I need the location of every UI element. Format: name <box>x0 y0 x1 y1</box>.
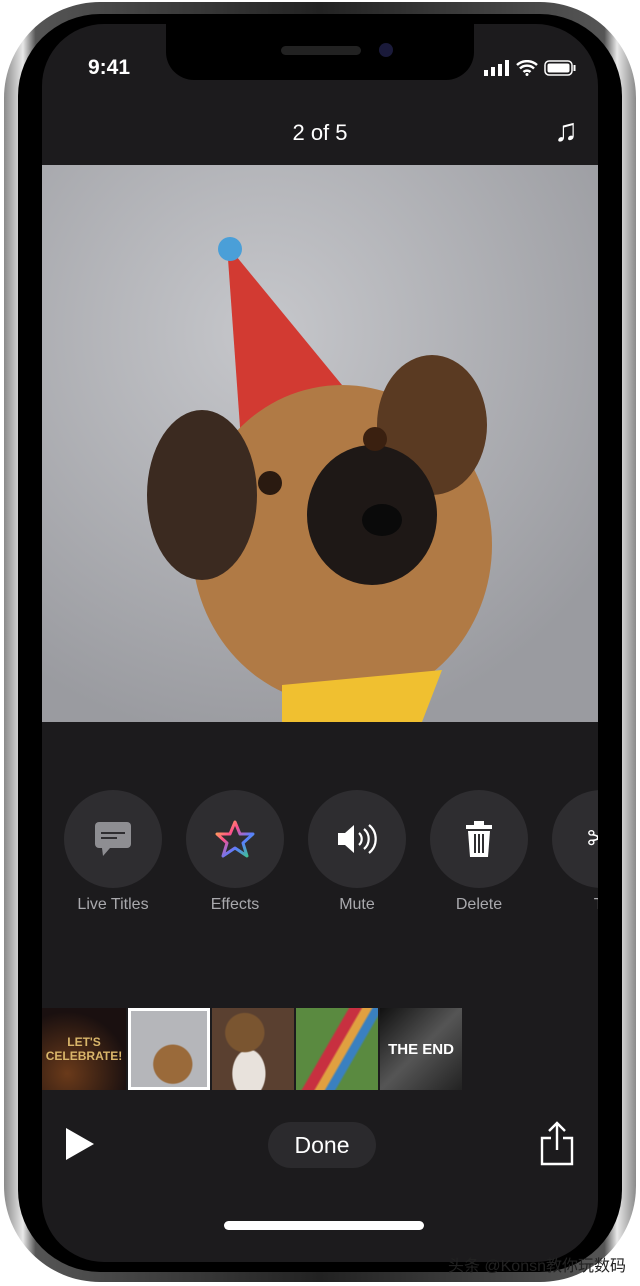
speech-bubble-icon <box>95 822 131 856</box>
star-icon <box>215 820 255 858</box>
done-button[interactable]: Done <box>268 1122 376 1168</box>
clip-thumb[interactable] <box>212 1008 294 1090</box>
effects-button[interactable]: Effects <box>186 790 284 914</box>
dog-photo <box>147 237 492 722</box>
music-note-icon[interactable]: ♫ <box>554 112 578 149</box>
clip-position-title: 2 of 5 <box>292 120 348 145</box>
speaker <box>281 46 361 55</box>
home-indicator[interactable] <box>224 1221 424 1230</box>
wifi-icon <box>516 60 538 76</box>
clip-thumb[interactable] <box>296 1008 378 1090</box>
share-icon[interactable] <box>540 1120 574 1166</box>
camera <box>379 43 393 57</box>
clip-thumb[interactable]: THE END <box>380 1008 462 1090</box>
notch <box>166 24 474 80</box>
trash-icon <box>466 821 492 857</box>
watermark: 头条 @Konsn教你玩数码 <box>447 1258 626 1275</box>
mute-button[interactable]: Mute <box>308 790 406 914</box>
status-icons <box>484 60 576 76</box>
play-icon[interactable] <box>64 1126 96 1162</box>
clip-thumb[interactable]: LET'S CELEBRATE! <box>42 1008 126 1090</box>
delete-button[interactable]: Delete <box>430 790 528 914</box>
signal-icon <box>484 60 509 76</box>
battery-icon <box>544 60 576 76</box>
live-titles-button[interactable]: Live Titles <box>64 790 162 914</box>
status-time: 9:41 <box>88 56 131 79</box>
clip-preview-photo <box>42 165 598 722</box>
scissors-icon: ✂ <box>552 790 598 888</box>
trim-button[interactable]: ✂Tr <box>552 790 598 914</box>
clip-thumb-selected[interactable] <box>128 1008 210 1090</box>
tool-row: Live Titles Effects Mute Delete ✂Tr <box>64 790 598 914</box>
speaker-icon <box>338 824 377 854</box>
screen: 9:41 2 of 5 ♫ Live Titles Effects Mute D… <box>42 24 598 1262</box>
clip-timeline[interactable]: LET'S CELEBRATE! THE END <box>42 1008 462 1090</box>
